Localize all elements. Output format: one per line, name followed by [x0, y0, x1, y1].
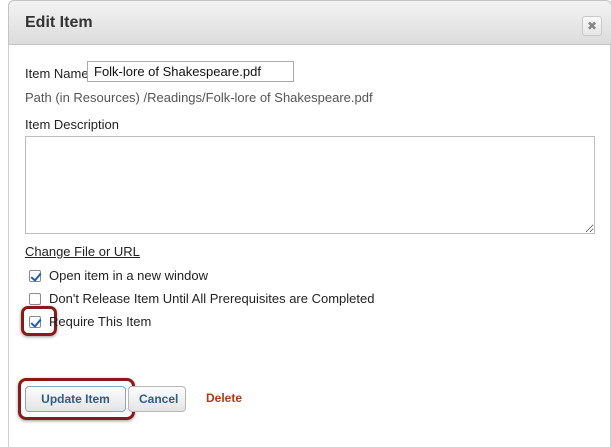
release-prerequisites-checkbox[interactable] [29, 292, 41, 305]
item-name-input[interactable] [87, 61, 294, 82]
require-item-checkbox[interactable] [29, 315, 41, 328]
item-description-textarea[interactable] [25, 136, 595, 234]
cancel-button[interactable]: Cancel [128, 386, 186, 412]
dialog-titlebar: Edit Item ✖ [8, 0, 611, 45]
open-new-window-checkbox[interactable] [29, 269, 41, 282]
open-new-window-label: Open item in a new window [49, 268, 208, 283]
option-release-prerequisites[interactable]: Don't Release Item Until All Prerequisit… [29, 291, 374, 306]
delete-link[interactable]: Delete [206, 391, 242, 405]
dialog-title: Edit Item [25, 14, 93, 31]
resource-path-text: Path (in Resources) /Readings/Folk-lore … [25, 90, 373, 105]
option-open-new-window[interactable]: Open item in a new window [29, 268, 208, 283]
close-button[interactable]: ✖ [582, 16, 602, 36]
release-prerequisites-label: Don't Release Item Until All Prerequisit… [49, 291, 375, 306]
change-file-link[interactable]: Change File or URL [25, 244, 140, 259]
item-name-label: Item Name [25, 66, 89, 81]
update-item-button[interactable]: Update Item [25, 386, 126, 412]
option-require-item[interactable]: Require This Item [29, 314, 151, 329]
require-item-label: Require This Item [49, 314, 152, 329]
close-icon: ✖ [586, 19, 598, 33]
item-description-label: Item Description [25, 117, 119, 132]
